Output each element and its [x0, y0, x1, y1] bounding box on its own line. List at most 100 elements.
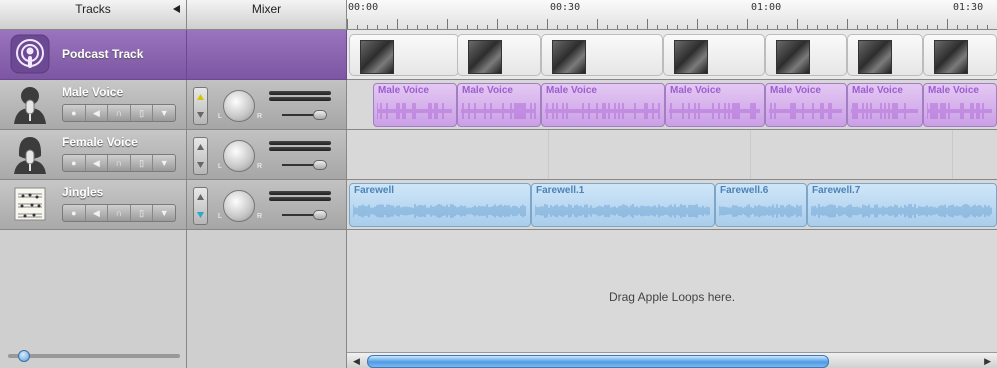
loop-drop-area[interactable]: Drag Apple Loops here.: [347, 230, 997, 352]
ruler-tick: [747, 19, 748, 29]
waveform: [927, 103, 992, 119]
lane-podcast[interactable]: [347, 30, 997, 80]
record-icon[interactable]: ●: [63, 155, 86, 171]
ruler-time-0: 00:00: [348, 2, 379, 13]
level-meter-right: [269, 147, 331, 151]
lock-icon[interactable]: ▯: [131, 105, 154, 121]
track-header-female-voice[interactable]: Female Voice ● ◀ ∩ ▯ ▼: [0, 130, 187, 180]
track-list-empty-area[interactable]: [0, 230, 187, 368]
audio-region[interactable]: Farewell: [349, 183, 531, 227]
ruler-tick: [567, 25, 568, 29]
audio-region[interactable]: Male Voice: [923, 83, 997, 127]
pan-knob[interactable]: [223, 140, 255, 172]
volume-slider[interactable]: [313, 210, 327, 220]
track-controls: ● ◀ ∩ ▯ ▼: [62, 154, 176, 172]
ruler-tick: [647, 19, 648, 29]
ruler-tick: [817, 25, 818, 29]
photo-thumbnail: [552, 40, 586, 74]
record-icon[interactable]: ●: [63, 105, 86, 121]
volume-slider[interactable]: [313, 160, 327, 170]
ruler-tick: [707, 25, 708, 29]
ruler-tick: [427, 25, 428, 29]
track-header-male-voice[interactable]: Male Voice ● ◀ ∩ ▯ ▼: [0, 80, 187, 130]
ruler-tick: [587, 25, 588, 29]
photo-thumbnail: [858, 40, 892, 74]
ruler-tick: [777, 25, 778, 29]
level-meter-left: [269, 91, 331, 95]
ruler-tick: [977, 25, 978, 29]
artwork-region[interactable]: [349, 34, 459, 76]
record-icon[interactable]: ●: [63, 205, 86, 221]
mixer-header[interactable]: Mixer: [187, 0, 347, 30]
volume-stepper[interactable]: [193, 87, 208, 125]
level-meter-left: [269, 141, 331, 145]
ruler-tick: [687, 25, 688, 29]
audio-region[interactable]: Male Voice: [765, 83, 847, 127]
pan-knob[interactable]: [223, 190, 255, 222]
audio-region[interactable]: Farewell.7: [807, 183, 997, 227]
triangle-down-icon[interactable]: ▼: [153, 105, 175, 121]
volume-slider[interactable]: [313, 110, 327, 120]
headphones-icon[interactable]: ∩: [108, 105, 131, 121]
ruler-tick: [907, 25, 908, 29]
artwork-region[interactable]: [457, 34, 541, 76]
ruler-tick: [517, 25, 518, 29]
ruler-tick: [877, 25, 878, 29]
artwork-region[interactable]: [847, 34, 923, 76]
female-voice-avatar-icon: [10, 134, 50, 174]
tracks-header[interactable]: Tracks: [0, 0, 187, 30]
scroll-left-icon[interactable]: ◀: [353, 356, 360, 367]
speaker-mute-icon[interactable]: ◀: [86, 155, 109, 171]
audio-region[interactable]: Male Voice: [847, 83, 923, 127]
artwork-region[interactable]: [765, 34, 847, 76]
artwork-region[interactable]: [663, 34, 765, 76]
lock-icon[interactable]: ▯: [131, 155, 154, 171]
headphones-icon[interactable]: ∩: [108, 205, 131, 221]
pan-knob[interactable]: [223, 90, 255, 122]
audio-region[interactable]: Male Voice: [457, 83, 541, 127]
scroll-right-icon[interactable]: ▶: [984, 356, 991, 367]
audio-region[interactable]: Male Voice: [541, 83, 665, 127]
audio-region[interactable]: Farewell.6: [715, 183, 807, 227]
artwork-region[interactable]: [923, 34, 997, 76]
lane-male-voice[interactable]: Male Voice Male Voice Male Voice Male Vo…: [347, 80, 997, 130]
ruler-tick: [937, 25, 938, 29]
headphones-icon[interactable]: ∩: [108, 155, 131, 171]
ruler-tick: [577, 25, 578, 29]
ruler-tick: [477, 25, 478, 29]
zoom-slider[interactable]: [18, 350, 30, 362]
track-header-podcast[interactable]: Podcast Track: [0, 30, 187, 80]
track-header-jingles[interactable]: Jingles ● ◀ ∩ ▯ ▼: [0, 180, 187, 230]
tracks-header-label: Tracks: [75, 2, 111, 16]
ruler-tick: [857, 25, 858, 29]
artwork-region[interactable]: [541, 34, 663, 76]
scroll-thumb[interactable]: [367, 355, 829, 368]
audio-region[interactable]: Male Voice: [373, 83, 457, 127]
speaker-mute-icon[interactable]: ◀: [86, 105, 109, 121]
timeline-ruler[interactable]: 00:00 00:30 01:00 01:30: [347, 0, 997, 30]
speaker-mute-icon[interactable]: ◀: [86, 205, 109, 221]
volume-stepper[interactable]: [193, 187, 208, 225]
ruler-tick: [617, 25, 618, 29]
pan-right-marker: R: [257, 113, 263, 120]
collapse-triangle-icon[interactable]: [173, 5, 180, 13]
lane-female-voice[interactable]: [347, 130, 997, 180]
grid-line: [750, 130, 751, 179]
ruler-time-60: 01:00: [751, 2, 782, 13]
lane-jingles[interactable]: Farewell Farewell.1 Farewell.6 Farewell.…: [347, 180, 997, 230]
pan-left-marker: L: [218, 113, 222, 120]
ruler-tick: [797, 19, 798, 29]
ruler-tick: [527, 25, 528, 29]
mixer-empty-area: [187, 230, 347, 368]
audio-region[interactable]: Male Voice: [665, 83, 765, 127]
ruler-tick: [827, 25, 828, 29]
lock-icon[interactable]: ▯: [131, 205, 154, 221]
audio-region[interactable]: Farewell.1: [531, 183, 715, 227]
ruler-tick: [717, 25, 718, 29]
horizontal-scrollbar[interactable]: ◀ ▶: [347, 352, 997, 368]
ruler-tick: [437, 25, 438, 29]
volume-stepper[interactable]: [193, 137, 208, 175]
triangle-down-icon[interactable]: ▼: [153, 205, 175, 221]
triangle-down-icon[interactable]: ▼: [153, 155, 175, 171]
region-label: Farewell: [354, 185, 395, 196]
